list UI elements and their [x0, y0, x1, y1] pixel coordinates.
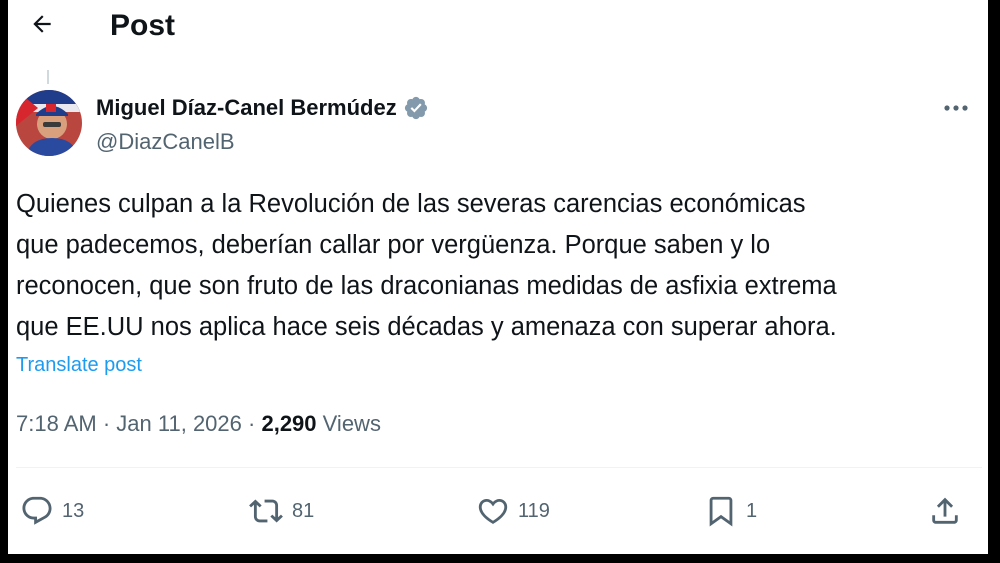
post-page: Post Miguel Díaz-Canel Bermúdez @DiazCan… — [8, 0, 988, 554]
views-count: 2,290 — [261, 411, 317, 436]
arrow-left-icon — [29, 11, 55, 42]
like-count: 119 — [518, 499, 550, 522]
repost-count: 81 — [292, 499, 315, 522]
meta-separator: · — [248, 411, 256, 436]
post-meta: 7:18 AM · Jan 11, 2026 · 2,290 Views — [16, 406, 381, 442]
post-time[interactable]: 7:18 AM — [16, 411, 97, 436]
post-date[interactable]: Jan 11, 2026 — [116, 411, 242, 436]
author-handle[interactable]: @DiazCanelB — [96, 128, 235, 156]
share-icon — [928, 494, 962, 528]
avatar[interactable] — [16, 90, 82, 156]
reply-button[interactable]: 13 — [20, 488, 84, 534]
bookmark-icon — [704, 494, 738, 528]
page-title: Post — [110, 9, 176, 42]
back-button[interactable] — [22, 6, 62, 46]
more-options-button[interactable] — [938, 92, 974, 124]
repost-button[interactable]: 81 — [248, 488, 314, 534]
heart-icon — [476, 494, 510, 528]
bookmark-button[interactable]: 1 — [704, 488, 757, 534]
meta-separator: · — [102, 411, 111, 436]
author-name-text: Miguel Díaz-Canel Bermúdez — [96, 95, 397, 120]
views-label: Views — [322, 411, 381, 436]
divider — [16, 467, 982, 468]
bookmark-count: 1 — [746, 499, 758, 522]
reply-icon — [20, 494, 54, 528]
reply-count: 13 — [62, 499, 85, 522]
author-name[interactable]: Miguel Díaz-Canel Bermúdez — [96, 94, 429, 122]
thread-connector — [47, 70, 49, 84]
post-text: Quienes culpan a la Revolución de las se… — [16, 190, 837, 341]
verified-badge-icon — [403, 95, 429, 121]
more-horizontal-icon — [943, 99, 969, 117]
translate-post-link[interactable]: Translate post — [16, 350, 142, 380]
repost-icon — [248, 494, 284, 528]
share-button[interactable] — [928, 488, 962, 534]
like-button[interactable]: 119 — [476, 488, 550, 534]
